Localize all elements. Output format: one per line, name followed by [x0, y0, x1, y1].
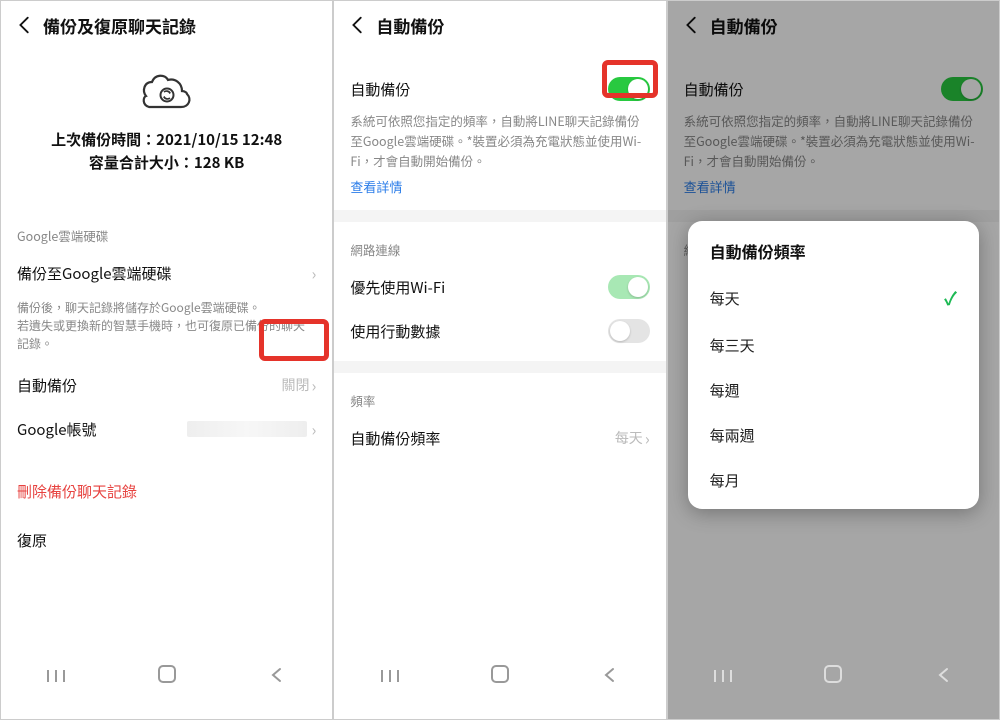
last-backup-time: 上次備份時間：2021/10/15 12:48 — [9, 129, 324, 152]
panel-backup-restore: 備份及復原聊天記錄 上次備份時間：2021/10/15 12:48 容量合計大小… — [0, 0, 333, 720]
android-nav-bar — [668, 655, 999, 699]
chevron-right-icon: › — [311, 261, 316, 285]
account-value-redacted — [187, 421, 307, 437]
backup-info: 上次備份時間：2021/10/15 12:48 容量合計大小：128 KB — [1, 129, 332, 174]
view-details-link[interactable]: 查看詳情 — [334, 171, 665, 210]
back-icon[interactable] — [340, 7, 376, 43]
chevron-right-icon: › — [311, 417, 316, 441]
check-icon: ✓ — [944, 285, 957, 311]
page-title: 備份及復原聊天記錄 — [43, 13, 196, 38]
restore-row[interactable]: 復原 — [1, 516, 332, 565]
nav-back-icon[interactable] — [247, 664, 307, 690]
backup-size: 容量合計大小：128 KB — [9, 152, 324, 175]
section-frequency: 頻率 — [334, 385, 665, 416]
nav-back-icon[interactable] — [580, 664, 640, 690]
header: 備份及復原聊天記錄 — [1, 1, 332, 49]
auto-backup-toggle[interactable] — [608, 77, 650, 101]
android-nav-bar — [1, 655, 332, 699]
section-network: 網路連線 — [334, 234, 665, 265]
auto-backup-desc: 系統可依照您指定的頻率，自動將LINE聊天記錄備份至Google雲端硬碟。*裝置… — [334, 111, 665, 171]
use-mobile-data-row: 使用行動數據 — [334, 309, 665, 353]
nav-back-icon[interactable] — [914, 664, 974, 690]
nav-home-icon[interactable] — [137, 664, 197, 690]
freq-option-daily[interactable]: 每天 ✓ — [688, 273, 979, 323]
delete-backup-row[interactable]: 刪除備份聊天記錄 — [1, 467, 332, 516]
chevron-right-icon: › — [645, 426, 650, 450]
wifi-toggle[interactable] — [608, 275, 650, 299]
page-title: 自動備份 — [376, 13, 444, 38]
frequency-value: 每天 — [615, 428, 643, 448]
freq-option-biweekly[interactable]: 每兩週 — [688, 413, 979, 458]
chevron-right-icon: › — [311, 373, 316, 397]
auto-backup-value: 關閉 — [281, 375, 309, 395]
auto-backup-toggle-row: 自動備份 — [334, 67, 665, 111]
section-google-drive: Google雲端硬碟 — [1, 220, 332, 251]
cloud-sync-icon — [1, 71, 332, 115]
google-account-row[interactable]: Google帳號 › — [1, 407, 332, 451]
nav-recents-icon[interactable] — [693, 664, 753, 690]
frequency-dialog: 自動備份頻率 每天 ✓ 每三天 每週 每兩週 每月 — [688, 221, 979, 509]
freq-option-weekly[interactable]: 每週 — [688, 368, 979, 413]
android-nav-bar — [334, 655, 665, 699]
back-icon[interactable] — [7, 7, 43, 43]
nav-recents-icon[interactable] — [360, 664, 420, 690]
nav-recents-icon[interactable] — [26, 664, 86, 690]
auto-backup-row[interactable]: 自動備份 關閉 › — [1, 363, 332, 407]
mobile-data-toggle[interactable] — [608, 319, 650, 343]
dialog-title: 自動備份頻率 — [688, 239, 979, 273]
prefer-wifi-row: 優先使用Wi-Fi — [334, 265, 665, 309]
nav-home-icon[interactable] — [470, 664, 530, 690]
header: 自動備份 — [334, 1, 665, 49]
freq-option-monthly[interactable]: 每月 — [688, 458, 979, 503]
nav-home-icon[interactable] — [803, 664, 863, 690]
backup-frequency-row[interactable]: 自動備份頻率 每天 › — [334, 416, 665, 460]
freq-option-every3days[interactable]: 每三天 — [688, 323, 979, 368]
panel-auto-backup-dialog: 自動備份 自動備份 系統可依照您指定的頻率，自動將LINE聊天記錄備份至Goog… — [667, 0, 1000, 720]
panel-auto-backup: 自動備份 自動備份 系統可依照您指定的頻率，自動將LINE聊天記錄備份至Goog… — [333, 0, 666, 720]
backup-desc: 備份後，聊天記錄將儲存於Google雲端硬碟。 若遺失或更換新的智慧手機時，也可… — [1, 295, 332, 363]
backup-to-google-row[interactable]: 備份至Google雲端硬碟 › — [1, 251, 332, 295]
